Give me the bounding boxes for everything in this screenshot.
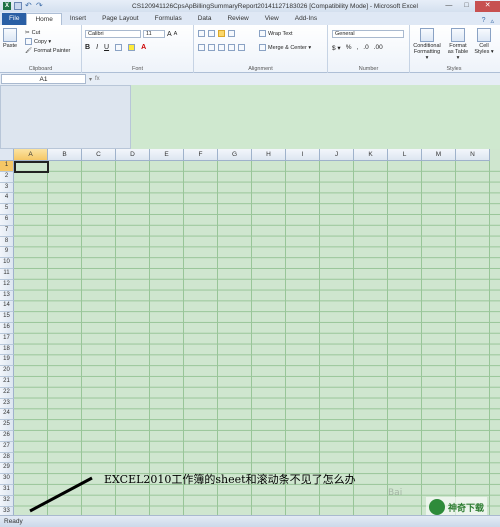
annotation-caption: EXCEL2010工作簿的sheet和滚动条不见了怎么办 <box>104 473 356 486</box>
annotation-arrow-line <box>29 476 93 513</box>
watermark-badge: 神奇下载 <box>426 497 488 517</box>
status-text: Ready <box>4 518 23 525</box>
watermark-logo-icon <box>429 499 445 515</box>
faint-watermark: Bai <box>388 488 403 498</box>
watermark-text: 神奇下载 <box>448 502 485 513</box>
status-bar: Ready <box>0 515 500 527</box>
